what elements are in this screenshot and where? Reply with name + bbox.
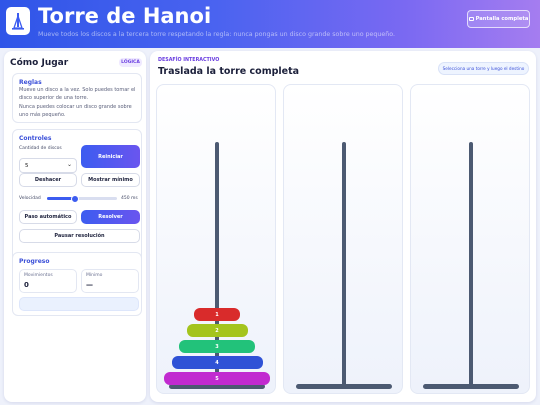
speed-slider[interactable] — [47, 194, 117, 203]
fullscreen-icon — [468, 17, 474, 21]
tower-2-peg — [342, 142, 346, 389]
tower-2-base — [296, 384, 392, 389]
main-title: Traslada la torre completa — [158, 66, 300, 77]
moves-label: Movimientos — [24, 273, 53, 278]
sidebar: Cómo Jugar LÓGICA Reglas Mueve un disco … — [4, 51, 146, 402]
disk-count-value: 5 — [25, 162, 29, 169]
tower-2[interactable] — [283, 84, 403, 394]
tower-1[interactable]: 1 2 3 4 5 — [156, 84, 276, 394]
disk-5[interactable]: 5 — [164, 372, 270, 385]
disk-1[interactable]: 1 — [194, 308, 240, 321]
show-minimum-button[interactable]: Mostrar mínimo — [81, 173, 140, 187]
app-title: Torre de Hanoi — [38, 4, 212, 28]
game-panel: DESAFÍO INTERACTIVO Traslada la torre co… — [150, 51, 536, 402]
disk-count-label: Cantidad de discos — [19, 146, 62, 151]
solve-button[interactable]: Resolver — [81, 210, 140, 224]
fullscreen-button[interactable]: Pantalla completa — [467, 10, 530, 28]
minimum-stat: Mínimo — — [81, 269, 139, 293]
auto-step-button[interactable]: Paso automático — [19, 210, 77, 224]
tower-3-base — [423, 384, 519, 389]
undo-button[interactable]: Deshacer — [19, 173, 77, 187]
tower-logo-icon — [6, 7, 30, 35]
challenge-label: DESAFÍO INTERACTIVO — [158, 58, 220, 63]
speed-slider-thumb[interactable] — [71, 194, 79, 203]
app-header: Torre de Hanoi Mueve todos los discos a … — [0, 0, 540, 48]
disk-2[interactable]: 2 — [186, 324, 248, 337]
fullscreen-label: Pantalla completa — [475, 16, 529, 22]
moves-value: 0 — [24, 281, 29, 289]
rules-line-1: Mueve un disco a la vez. Solo puedes tom… — [19, 87, 136, 101]
status-message-box — [19, 297, 139, 311]
minimum-value: — — [86, 281, 93, 289]
rules-card: Reglas Mueve un disco a la vez. Solo pue… — [12, 73, 142, 123]
rules-line-2: Nunca puedes colocar un disco grande sob… — [19, 104, 132, 118]
minimum-label: Mínimo — [86, 273, 103, 278]
sidebar-title: Cómo Jugar — [10, 58, 69, 68]
tower-3[interactable] — [410, 84, 530, 394]
progress-card: Progreso Movimientos 0 Mínimo — — [12, 252, 142, 316]
chevron-down-icon: ⌄ — [66, 161, 72, 168]
rules-title: Reglas — [19, 79, 42, 86]
progress-title: Progreso — [19, 258, 50, 265]
restart-button[interactable]: Reiniciar — [81, 145, 140, 168]
category-badge: LÓGICA — [119, 58, 142, 67]
tower-3-peg — [469, 142, 473, 389]
controls-title: Controles — [19, 135, 52, 142]
speed-label: Velocidad — [19, 196, 41, 201]
disk-count-select[interactable]: 5 ⌄ — [19, 158, 77, 173]
speed-value: 450 ms — [121, 196, 138, 201]
disk-4[interactable]: 4 — [171, 356, 263, 369]
pause-solve-button[interactable]: Pausar resolución — [19, 229, 140, 243]
disk-3[interactable]: 3 — [179, 340, 255, 353]
moves-stat: Movimientos 0 — [19, 269, 77, 293]
app-subtitle: Mueve todos los discos a la tercera torr… — [38, 31, 396, 38]
hint-pill: Selecciona una torre y luego el destino — [438, 62, 529, 75]
